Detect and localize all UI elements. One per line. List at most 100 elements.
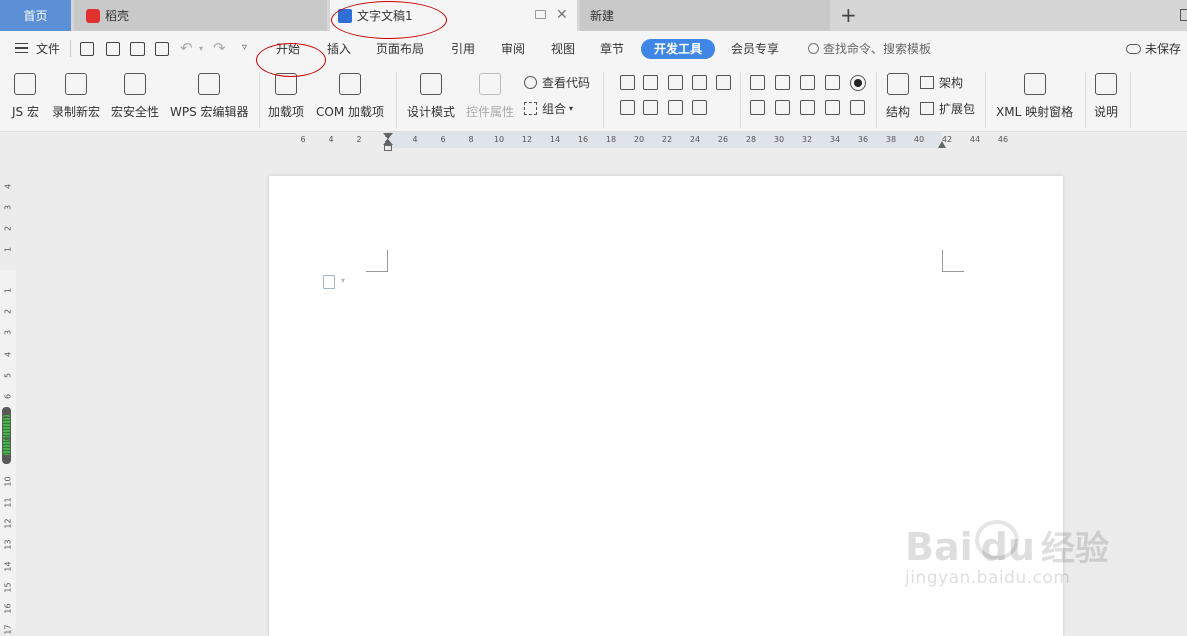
save-icon[interactable] bbox=[80, 42, 94, 56]
ruler-tick-label: 12 bbox=[3, 518, 13, 529]
info-icon bbox=[1095, 73, 1117, 95]
record-macro-label: 录制新宏 bbox=[52, 105, 101, 119]
addins-button[interactable]: 加载项 bbox=[268, 71, 304, 120]
expansion-pack-icon bbox=[920, 102, 934, 115]
undo-dropdown-icon[interactable]: ▾ bbox=[199, 44, 203, 53]
ruler-tick-label: 12 bbox=[521, 135, 533, 144]
quick-access-dropdown-icon[interactable]: ▿ bbox=[242, 42, 247, 53]
spin-button-icon[interactable] bbox=[825, 100, 840, 115]
xml-mapping-button[interactable]: XML 映射窗格 bbox=[996, 71, 1073, 120]
expansion-pack-button[interactable]: 扩展包 bbox=[920, 100, 975, 117]
export-pdf-icon[interactable] bbox=[106, 42, 120, 56]
ruler-tick-label: 46 bbox=[997, 135, 1009, 144]
ruler-tick-label: 16 bbox=[3, 603, 13, 614]
cube-gear-icon bbox=[339, 73, 361, 95]
com-addins-button[interactable]: COM 加载项 bbox=[316, 71, 384, 120]
picture-control-icon[interactable] bbox=[668, 75, 683, 90]
view-code-button[interactable]: 查看代码 bbox=[524, 74, 590, 91]
ruler-tick-label: 3 bbox=[3, 204, 13, 211]
com-addins-label: COM 加载项 bbox=[316, 105, 384, 119]
close-icon[interactable]: ✕ bbox=[556, 7, 568, 23]
structure-button[interactable]: 结构 bbox=[886, 71, 910, 120]
redo-icon[interactable]: ↷ bbox=[213, 39, 226, 57]
macro-security-label: 宏安全性 bbox=[111, 105, 160, 119]
group-button[interactable]: 组合 ▾ bbox=[524, 100, 573, 117]
ribbon-separator bbox=[1085, 72, 1086, 128]
list-activex-icon[interactable] bbox=[825, 75, 840, 90]
js-macro-label: JS 宏 bbox=[12, 105, 39, 119]
add-tab-button[interactable]: + bbox=[840, 3, 857, 27]
menu-review[interactable]: 审阅 bbox=[501, 39, 525, 59]
plain-text-control-icon[interactable] bbox=[643, 75, 658, 90]
watermark-url: jingyan.baidu.com bbox=[905, 568, 1071, 588]
menu-references[interactable]: 引用 bbox=[451, 39, 475, 59]
repeating-section-control-icon[interactable] bbox=[692, 100, 707, 115]
baidu-jingyan-watermark: Bai du 经验 jingyan.baidu.com bbox=[905, 520, 1109, 588]
ruler-tick-label: 6 bbox=[440, 135, 446, 144]
schema-button[interactable]: 架构 bbox=[920, 74, 963, 91]
ribbon-separator bbox=[985, 72, 986, 128]
menu-developer-tools[interactable]: 开发工具 bbox=[641, 39, 716, 59]
menu-insert[interactable]: 插入 bbox=[327, 39, 351, 59]
menu-page-layout[interactable]: 页面布局 bbox=[376, 39, 424, 59]
print-icon[interactable] bbox=[130, 42, 145, 56]
combo-activex-icon[interactable] bbox=[800, 75, 815, 90]
print-preview-icon[interactable] bbox=[155, 42, 169, 56]
help-button[interactable]: 说明 bbox=[1094, 71, 1118, 120]
watermark-brand-2: du bbox=[980, 525, 1035, 569]
ruler-tick-label: 4 bbox=[3, 351, 13, 357]
tab-new[interactable]: 新建 bbox=[580, 0, 830, 31]
tab-daoke[interactable]: 稻壳 bbox=[74, 0, 327, 31]
textbox-control-icon[interactable] bbox=[775, 100, 790, 115]
save-status[interactable]: 未保存 bbox=[1145, 39, 1181, 59]
checkbox-activex-icon[interactable] bbox=[775, 75, 790, 90]
ruler-tick-label: 9 bbox=[3, 457, 13, 463]
ruler-tick-label: 1 bbox=[3, 287, 13, 294]
chevron-down-icon: ▾ bbox=[569, 104, 574, 113]
undo-icon[interactable]: ↶ bbox=[180, 39, 193, 57]
addins-label: 加载项 bbox=[268, 105, 305, 119]
chevron-down-icon[interactable]: ▾ bbox=[341, 276, 345, 285]
js-macro-button[interactable]: JS 宏 bbox=[12, 71, 39, 120]
macro-security-button[interactable]: 宏安全性 bbox=[111, 71, 159, 120]
window-restore-icon[interactable] bbox=[1180, 9, 1187, 21]
ruler-tick-label: 13 bbox=[3, 539, 13, 550]
schema-label: 架构 bbox=[939, 76, 964, 90]
dropdown-list-control-icon[interactable] bbox=[643, 100, 658, 115]
expansion-pack-label: 扩展包 bbox=[939, 102, 976, 116]
checkbox-control-icon[interactable] bbox=[716, 75, 731, 90]
toggle-button-icon[interactable] bbox=[800, 100, 815, 115]
search-icon[interactable] bbox=[808, 43, 819, 54]
wps-macro-editor-button[interactable]: WPS 宏编辑器 bbox=[170, 71, 249, 120]
margin-corner-top-left bbox=[366, 250, 388, 272]
control-properties-label: 控件属性 bbox=[466, 105, 515, 119]
ruler-tick-label: 6 bbox=[300, 135, 306, 144]
search-input[interactable]: 查找命令、搜索模板 bbox=[823, 39, 931, 59]
rich-text-control-icon[interactable] bbox=[620, 75, 635, 90]
combo-box-control-icon[interactable] bbox=[620, 100, 635, 115]
label-control-icon[interactable] bbox=[750, 100, 765, 115]
paragraph-format-icon[interactable] bbox=[323, 275, 335, 289]
date-picker-control-icon[interactable] bbox=[668, 100, 683, 115]
group-icon bbox=[524, 102, 537, 115]
js-macro-icon bbox=[14, 73, 37, 95]
xml-mapping-icon bbox=[1023, 73, 1046, 95]
pin-icon[interactable] bbox=[535, 10, 546, 19]
design-mode-button[interactable]: 设计模式 bbox=[407, 71, 455, 120]
view-code-icon bbox=[524, 76, 537, 89]
margin-corner-top-right bbox=[942, 250, 964, 272]
menu-chapter[interactable]: 章节 bbox=[600, 39, 624, 59]
tab-home[interactable]: 首页 bbox=[0, 0, 71, 31]
scrollbar-control-icon[interactable] bbox=[850, 100, 865, 115]
tab-daoke-label: 稻壳 bbox=[105, 9, 130, 23]
ruler-tick-label: 38 bbox=[885, 135, 897, 144]
radio-button-icon[interactable] bbox=[850, 75, 866, 91]
record-macro-button[interactable]: 录制新宏 bbox=[52, 71, 100, 120]
menu-member[interactable]: 会员专享 bbox=[731, 39, 779, 59]
button-control-icon[interactable] bbox=[750, 75, 765, 90]
ribbon-separator bbox=[740, 72, 741, 128]
menu-file[interactable]: 文件 bbox=[36, 39, 60, 59]
building-block-control-icon[interactable] bbox=[692, 75, 707, 90]
menu-view[interactable]: 视图 bbox=[551, 39, 575, 59]
hamburger-icon[interactable] bbox=[15, 43, 28, 53]
